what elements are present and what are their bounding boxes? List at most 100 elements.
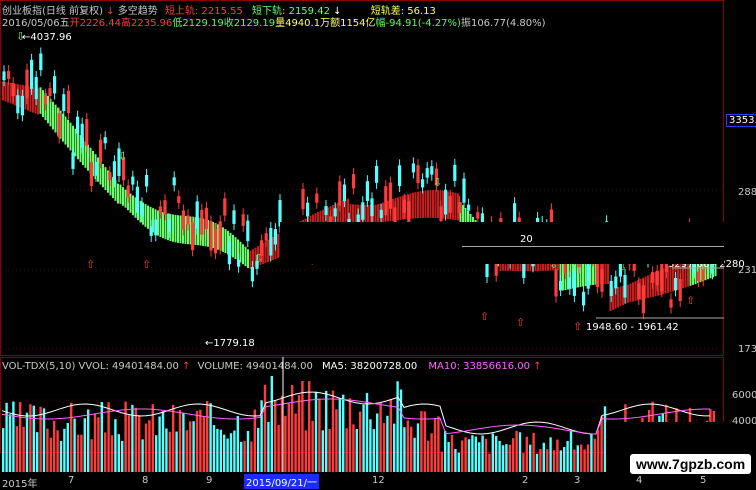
candle-body	[246, 220, 250, 242]
vvol-arrow-icon: ↑	[182, 361, 191, 372]
date-label-feb: 2	[522, 475, 529, 486]
candle-body	[264, 233, 268, 241]
volume-bar	[253, 409, 256, 472]
volume-bar	[168, 431, 171, 472]
candle-body	[439, 206, 443, 221]
candle-body	[660, 263, 664, 292]
volume-bar	[508, 444, 511, 472]
volume-bar	[590, 433, 593, 472]
candle-body	[315, 193, 319, 203]
level-annotation-top: 20	[520, 234, 533, 245]
volume-bar	[566, 440, 569, 472]
candle-body	[370, 198, 374, 217]
volume-bar	[138, 415, 141, 472]
date-label-sep: 9	[206, 475, 213, 486]
volume-bar	[376, 413, 379, 472]
candle-body	[342, 184, 346, 202]
candle-body	[701, 269, 705, 281]
date-label-aug: 8	[142, 475, 149, 486]
volume-bar	[348, 398, 352, 472]
candle-body	[554, 269, 558, 297]
candle-body	[600, 269, 604, 292]
volume-bar	[406, 420, 409, 472]
candle-body	[568, 277, 572, 289]
volume-bar	[461, 440, 464, 472]
candle-body	[232, 210, 236, 224]
volume-bar	[172, 404, 175, 472]
volume-bar	[83, 418, 86, 472]
volume-bar	[304, 430, 307, 472]
volume-bar	[29, 404, 32, 472]
candle-body	[457, 202, 461, 214]
candle-body	[352, 174, 356, 189]
candle-body	[39, 53, 43, 71]
ma10-arrow-icon: ↑	[533, 361, 542, 372]
candle-body	[559, 280, 563, 291]
volume-bar	[549, 437, 552, 472]
volume-bar	[335, 409, 338, 472]
volume-bar	[155, 435, 158, 472]
volume-bar	[114, 419, 117, 472]
volume-bar	[532, 432, 535, 472]
volume-bar	[212, 425, 216, 472]
high-annotation: ←4037.96	[22, 32, 72, 43]
volume-bar	[501, 445, 505, 472]
volume-bar	[359, 411, 362, 472]
volume-bar	[206, 400, 209, 472]
candle-body	[324, 206, 328, 216]
candle-body	[223, 198, 227, 216]
candle-body	[269, 227, 273, 256]
volume-bar	[243, 440, 246, 472]
candle-body	[513, 203, 517, 225]
candle-body	[595, 261, 599, 288]
candle-body	[453, 164, 457, 181]
volume-bar	[42, 408, 46, 472]
candle-body	[402, 199, 406, 213]
volume-bar	[467, 439, 471, 472]
candle-body	[71, 152, 75, 169]
volume-bar	[471, 435, 474, 472]
volume-bar	[267, 421, 270, 472]
ma5-label: MA5: 38200728.00	[322, 361, 418, 372]
volume-bar	[308, 381, 311, 472]
header-row-1: 创业板指(日线 前复权) ↓ 多空趋势 短上轨: 2215.55 短下轨: 21…	[2, 6, 436, 18]
volume-bar	[87, 409, 90, 472]
candle-body	[430, 166, 434, 175]
volume-bar	[236, 415, 239, 472]
candle-body	[168, 219, 172, 232]
volume-bar	[199, 409, 202, 472]
candle-body	[421, 179, 425, 188]
volume-bar	[583, 449, 586, 472]
header-row-2: 2016/05/06五开2226.44高2235.96低2129.19收2129…	[2, 18, 546, 30]
volume-bar	[416, 423, 420, 472]
volume-bar	[474, 436, 477, 472]
candle-body	[365, 181, 369, 201]
volume-bar	[165, 428, 168, 472]
open-value: 开2226.44	[69, 18, 121, 29]
volume-bar	[542, 442, 545, 472]
close-value: 收2129.19	[223, 18, 276, 29]
date-label-mar: 3	[574, 475, 581, 486]
candle-body	[273, 229, 277, 245]
volume-bar	[25, 412, 29, 472]
candle-body	[669, 299, 673, 308]
candle-body	[89, 162, 93, 187]
volume-bar	[178, 409, 182, 472]
volume-bar	[107, 402, 110, 472]
volume-bar	[338, 397, 341, 472]
volume-bar	[240, 441, 243, 472]
candle-body	[237, 259, 241, 267]
volume-bar	[440, 451, 443, 472]
date-label-apr: 4	[636, 475, 643, 486]
candle-body	[375, 165, 379, 183]
volume-bar	[124, 401, 127, 472]
candle-body	[572, 270, 576, 296]
volume-bar	[246, 431, 250, 472]
volume-bar	[70, 402, 73, 472]
occlusion-panel	[280, 222, 724, 264]
volume-bar	[182, 412, 185, 472]
volume-bar	[515, 430, 518, 472]
volume-bar	[372, 429, 375, 472]
candle-body	[218, 221, 222, 249]
candle-body	[94, 161, 98, 176]
